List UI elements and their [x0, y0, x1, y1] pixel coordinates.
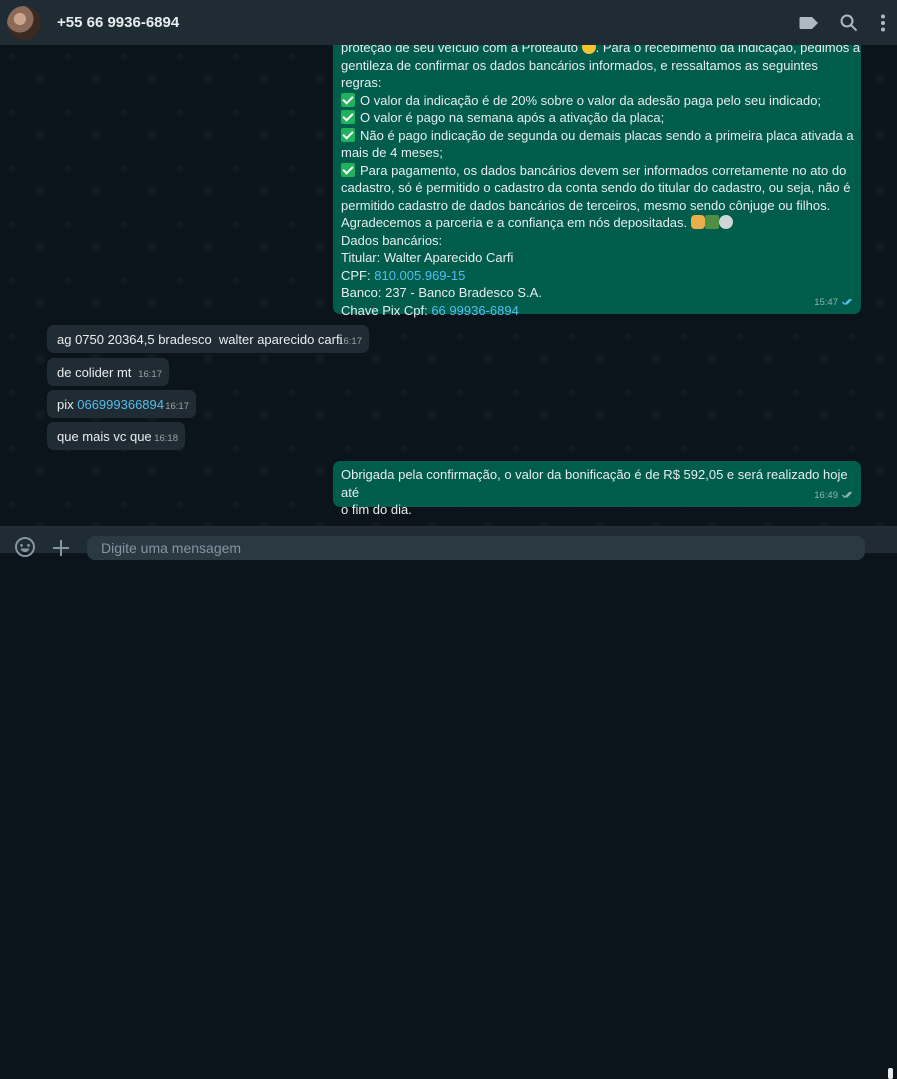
incoming-message-bubble[interactable]: pix 066999366894 16:17 [47, 390, 196, 418]
rule-line: cadastro, só é permitido o cadastro da c… [341, 180, 851, 195]
contact-name[interactable]: +55 66 9936-6894 [57, 14, 179, 31]
message-line: o fim do dia. [341, 502, 412, 517]
bank-heading: Dados bancários: [341, 232, 443, 248]
message-time: 16:49 [814, 489, 838, 501]
message-composer [0, 526, 897, 1079]
outgoing-message-bubble[interactable]: Obrigada pela confirmação, o valor da bo… [333, 461, 861, 517]
message-meta: 16:49 [814, 487, 854, 505]
message-time: 15:47 [814, 296, 838, 308]
outgoing-message-bubble[interactable]: proteção de seu veículo com a Proteauto … [333, 45, 861, 318]
message-text: ag 0750 20364,5 bradesco walter aparecid… [57, 332, 343, 347]
avatar[interactable] [7, 5, 41, 40]
gear-icon [718, 215, 733, 229]
rule-line: O valor da indicação é de 20% sobre o va… [341, 92, 861, 110]
emoji-icon[interactable] [14, 536, 36, 563]
message-meta: 15:47 [814, 294, 854, 312]
rule-line: permitido cadastro de dados bancários de… [341, 197, 831, 213]
rule-line: Para pagamento, os dados bancários devem… [341, 162, 861, 180]
message-time: 16:17 [138, 368, 162, 380]
check-mark-icon [341, 127, 355, 142]
message-body: Obrigada pela confirmação, o valor da bo… [341, 466, 861, 519]
message-text: pix 066999366894 [57, 397, 164, 412]
phone-link[interactable]: 066999366894 [77, 397, 164, 412]
message-time: 16:17 [165, 400, 189, 412]
message-text: que mais vc que [57, 429, 152, 444]
smiling-face-icon [581, 45, 596, 54]
check-mark-icon [341, 162, 355, 177]
thanks-line: Agradecemos a parceria e a confiança em … [341, 214, 861, 232]
mic-icon[interactable] [888, 1068, 893, 1079]
message-line: proteção de seu veículo com a Proteauto … [341, 45, 861, 57]
check-mark-icon [341, 92, 355, 107]
message-line: Obrigada pela confirmação, o valor da bo… [341, 467, 848, 500]
handshake-icon [690, 215, 705, 229]
message-time: 16:18 [154, 432, 178, 444]
rule-line: mais de 4 meses; [341, 145, 443, 160]
search-icon[interactable] [829, 0, 869, 45]
message-text: de colider mt [57, 365, 132, 380]
rule-line: Não é pago indicação de segunda ou demai… [341, 127, 861, 145]
pix-phone-link[interactable]: 66 99936-6894 [431, 303, 518, 318]
message-line: gentileza de confirmar os dados bancário… [341, 57, 818, 91]
incoming-message-bubble[interactable]: ag 0750 20364,5 bradesco walter aparecid… [47, 325, 369, 353]
chat-area[interactable]: proteção de seu veículo com a Proteauto … [0, 45, 897, 526]
check-mark-icon [341, 110, 355, 124]
message-time: 16:17 [338, 335, 362, 347]
message-input[interactable] [87, 536, 865, 560]
menu-icon[interactable] [869, 0, 897, 45]
incoming-message-bubble[interactable]: que mais vc que 16:18 [47, 422, 185, 450]
pix-line: Chave Pix Cpf: 66 99936-6894 [341, 302, 519, 318]
bank-line: Banco: 237 - Banco Bradesco S.A. [341, 285, 542, 300]
account-holder: Titular: Walter Aparecido Carfi [341, 250, 514, 265]
cpf-line: CPF: 810.005.969-15 [341, 267, 466, 283]
double-check-icon [841, 298, 853, 306]
message-body: proteção de seu veículo com a Proteauto … [341, 45, 861, 319]
cpf-link[interactable]: 810.005.969-15 [374, 268, 465, 283]
truck-icon [704, 215, 719, 229]
double-check-icon [841, 491, 853, 499]
attach-plus-icon[interactable] [52, 539, 70, 562]
chat-header[interactable]: +55 66 9936-6894 [0, 0, 897, 45]
incoming-message-bubble[interactable]: de colider mt 16:17 [47, 358, 169, 386]
label-icon[interactable] [789, 0, 829, 45]
rule-line: O valor é pago na semana após a ativação… [341, 109, 861, 127]
